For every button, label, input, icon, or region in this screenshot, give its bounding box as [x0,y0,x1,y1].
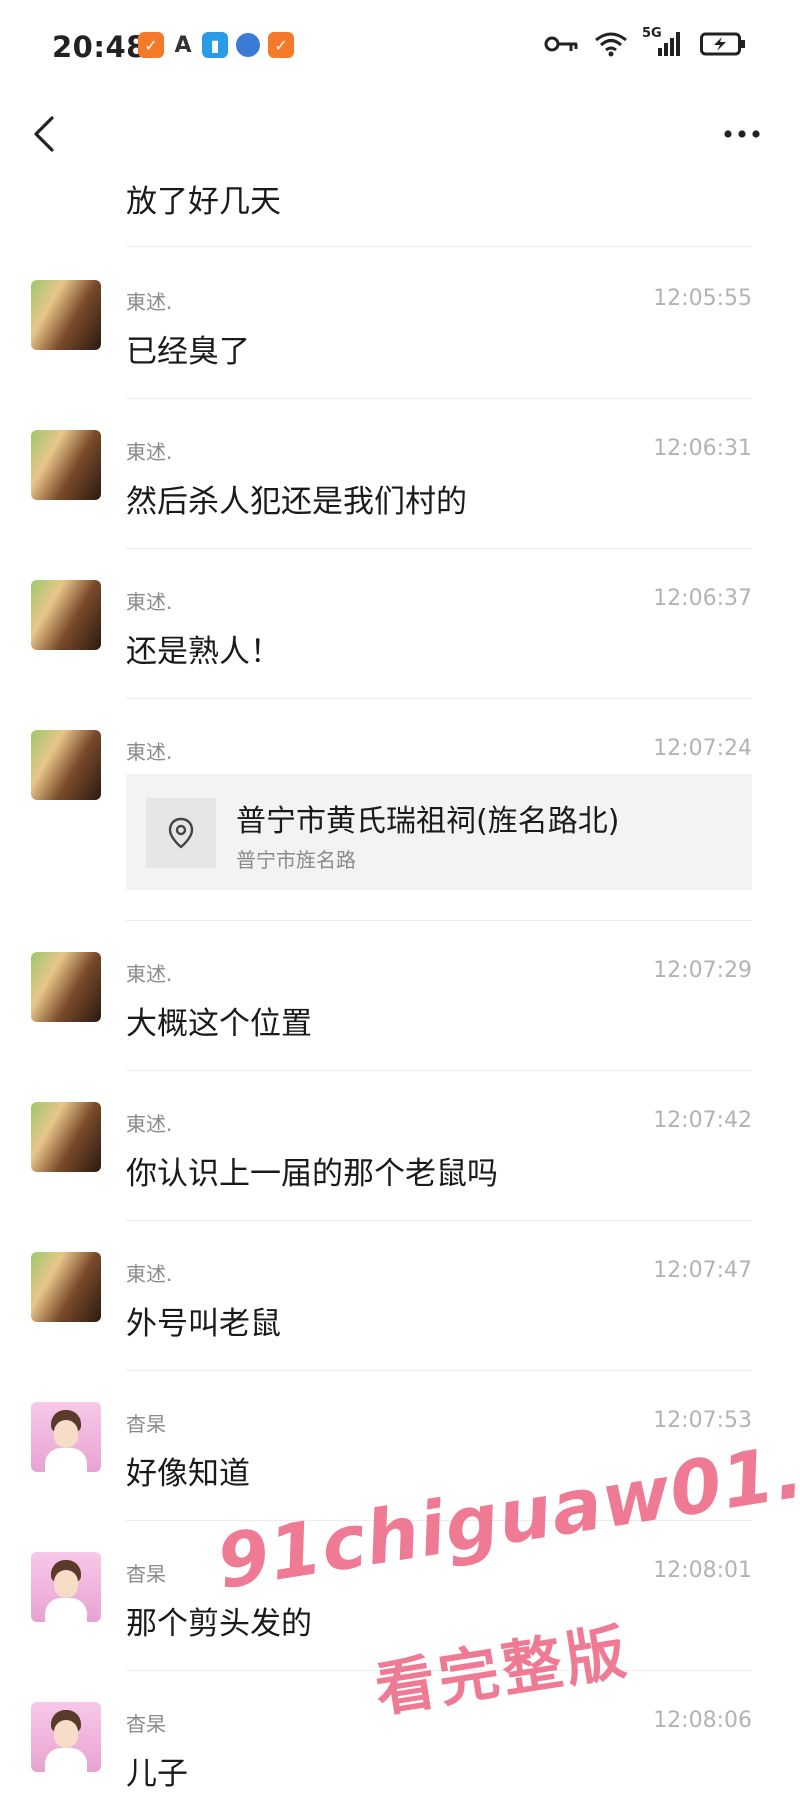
location-title: 普宁市黄氏瑞祖祠(旌名路北) [236,804,620,839]
divider [126,920,752,921]
signal-icon: 5G [642,26,686,58]
message-text: 外号叫老鼠 [126,1306,281,1342]
message-text: 放了好几天 [126,184,281,220]
avatar[interactable] [31,1102,101,1172]
message-time: 12:06:37 [653,586,752,611]
message-text: 然后杀人犯还是我们村的 [126,484,467,520]
message-time: 12:08:01 [653,1558,752,1583]
status-time: 20:48 [52,30,147,64]
message-text: 还是熟人！ [126,634,281,670]
avatar[interactable] [31,280,101,350]
message-text: 大概这个位置 [126,1006,312,1042]
more-dots-icon [724,130,760,138]
feather-icon [236,33,260,57]
sender-name: 杳杲 [126,1412,166,1436]
more-button[interactable] [714,114,770,154]
message-time: 12:07:24 [653,736,752,761]
message-text: 那个剪头发的 [126,1606,312,1642]
message-time: 12:06:31 [653,436,752,461]
divider [126,246,752,247]
status-bar: 20:48 ✓ A ▮ ✓ 5G [0,0,800,92]
book-icon: ▮ [202,32,228,58]
nav-bar [0,92,800,178]
avatar[interactable] [31,430,101,500]
divider [126,548,752,549]
avatar[interactable] [31,1552,101,1622]
sender-name: 杳杲 [126,1712,166,1736]
message-text: 你认识上一届的那个老鼠吗 [126,1156,498,1192]
message-time: 12:07:47 [653,1258,752,1283]
location-pin-icon [146,798,216,868]
taobao-icon: ✓ [138,32,164,58]
avatar[interactable] [31,952,101,1022]
message-time: 12:05:55 [653,286,752,311]
sender-name: 東述. [126,740,173,764]
taobao-icon: ✓ [268,32,294,58]
location-card[interactable]: 普宁市黄氏瑞祖祠(旌名路北) 普宁市旌名路 [126,774,752,890]
message-text: 儿子 [126,1756,188,1792]
avatar[interactable] [31,580,101,650]
message-text: 好像知道 [126,1456,250,1492]
sender-name: 東述. [126,1262,173,1286]
sender-name: 東述. [126,1112,173,1136]
notification-icons: ✓ A ▮ ✓ [138,32,294,58]
location-address: 普宁市旌名路 [236,848,356,872]
back-button[interactable] [24,112,68,156]
avatar[interactable] [31,1252,101,1322]
message-time: 12:07:42 [653,1108,752,1133]
sender-name: 杳杲 [126,1562,166,1586]
vpn-key-icon [544,36,578,52]
divider [126,1370,752,1371]
wifi-icon [595,32,627,57]
message-text: 已经臭了 [126,334,250,370]
divider [126,1070,752,1071]
sender-name: 東述. [126,290,173,314]
sender-name: 東述. [126,440,173,464]
message-time: 12:07:29 [653,958,752,983]
chevron-left-icon [34,116,54,152]
status-right: 5G [544,26,746,58]
avatar[interactable] [31,1702,101,1772]
sender-name: 東述. [126,962,173,986]
message-time: 12:07:53 [653,1408,752,1433]
battery-charging-icon [700,32,745,56]
avatar[interactable] [31,1402,101,1472]
sender-name: 東述. [126,590,173,614]
a-icon: A [174,32,192,58]
divider [126,698,752,699]
message-time: 12:08:06 [653,1708,752,1733]
divider [126,398,752,399]
avatar[interactable] [31,730,101,800]
divider [126,1220,752,1221]
